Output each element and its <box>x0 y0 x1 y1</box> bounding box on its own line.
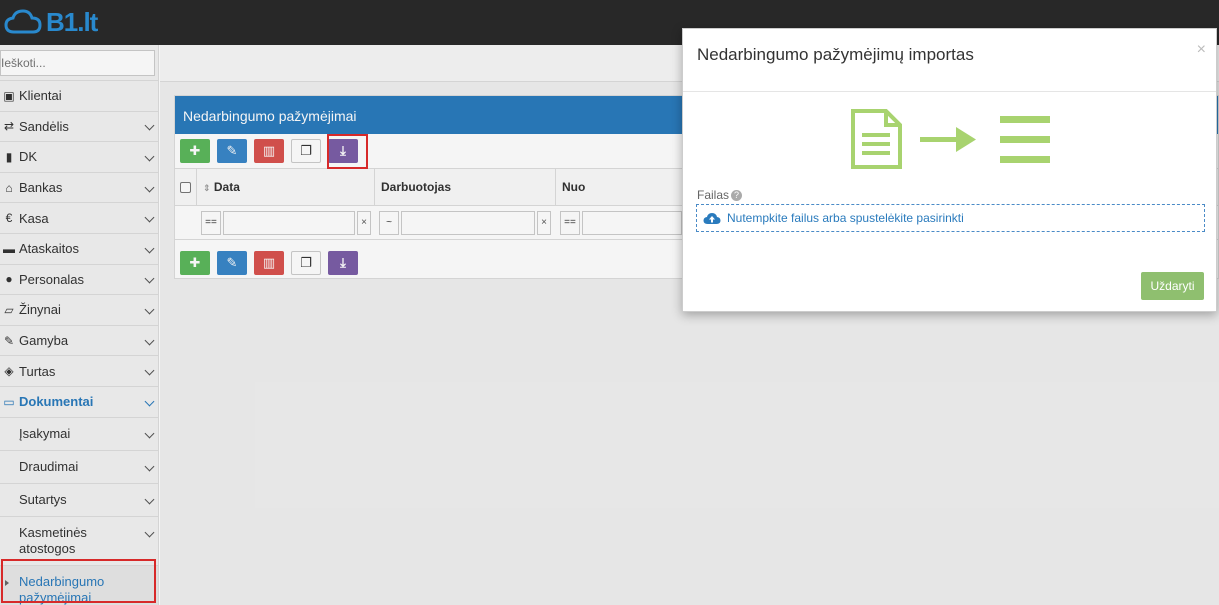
close-icon[interactable]: × <box>1197 41 1206 59</box>
modal-title: Nedarbingumo pažymėjimų importas <box>697 45 974 64</box>
file-label-text: Failas <box>697 188 730 202</box>
modal-divider <box>683 91 1216 92</box>
close-button[interactable]: Uždaryti <box>1141 272 1204 300</box>
file-field-label: Failas? <box>697 188 743 202</box>
list-icon <box>1000 116 1050 163</box>
arrow-right-icon <box>920 127 976 152</box>
help-icon[interactable]: ? <box>731 190 743 201</box>
import-modal: Nedarbingumo pažymėjimų importas × Faila… <box>682 28 1217 312</box>
file-dropzone[interactable]: Nutempkite failus arba spustelėkite pasi… <box>696 204 1205 232</box>
document-icon <box>851 109 902 169</box>
cloud-upload-icon <box>703 212 721 224</box>
import-illustration <box>851 109 1050 169</box>
dropzone-text: Nutempkite failus arba spustelėkite pasi… <box>727 211 964 225</box>
